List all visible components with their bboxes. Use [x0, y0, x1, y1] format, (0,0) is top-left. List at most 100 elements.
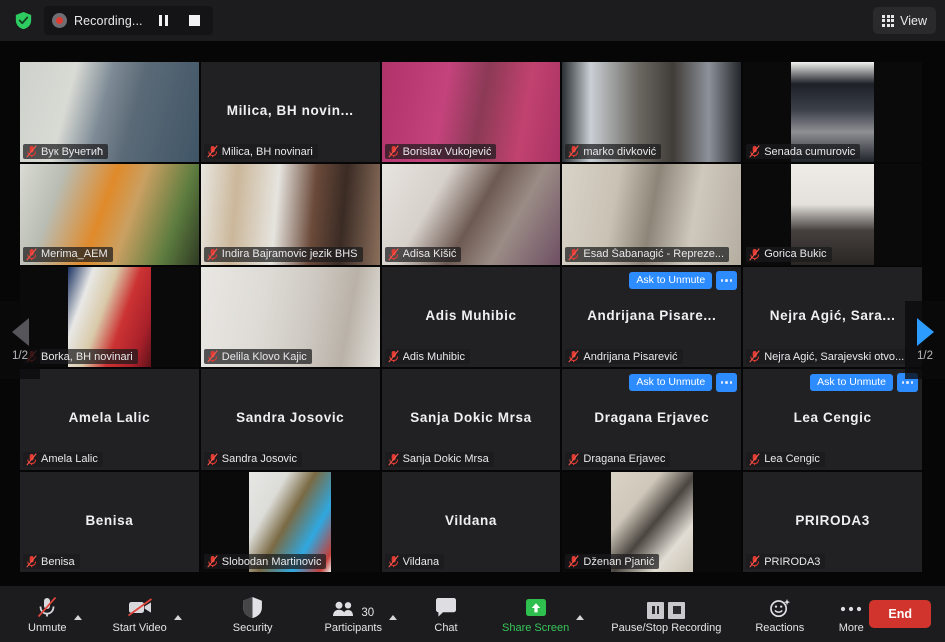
view-button[interactable]: View	[873, 7, 936, 34]
participant-display-name: Sandra Josovic	[236, 410, 345, 426]
microphone-muted-icon	[207, 555, 218, 568]
participant-name-badge: Borislav Vukojević	[384, 144, 497, 160]
participant-name-label: Andrijana Pisarević	[583, 350, 678, 363]
participant-tile[interactable]: Sandra Josovic Sandra Josovic	[200, 369, 380, 470]
ask-to-unmute-button[interactable]: Ask to Unmute	[629, 373, 713, 392]
microphone-muted-icon	[749, 555, 760, 568]
video-stage: Вук Вучетић Milica, BH novin... Milica, BH…	[0, 41, 945, 586]
participant-name-label: Slobodan Martinovic	[221, 555, 322, 568]
ask-to-unmute-row: Ask to Unmute	[629, 373, 738, 393]
participant-tile[interactable]: Nejra Agić, Sara... Nejra Agić, Sarajevsk…	[743, 266, 922, 368]
participant-name-badge: Andrijana Pisarević	[565, 349, 683, 365]
participant-name-badge: Gorica Bukic	[746, 246, 832, 262]
participant-tile[interactable]: Sanja Dokic Mrsa Sanja Dokic Mrsa	[381, 369, 561, 470]
shield-check-glyph	[15, 12, 31, 30]
participant-tile[interactable]: Esad Šabanagić - Repreze...	[562, 164, 742, 265]
participant-name-badge: Lea Cengic	[746, 451, 825, 467]
ellipsis-icon	[838, 595, 864, 619]
participant-tile[interactable]: Amela Lalic Amela Lalic	[20, 369, 199, 470]
microphone-muted-icon	[568, 248, 580, 261]
video-options-button[interactable]	[171, 588, 185, 640]
participant-name-badge: Sanja Dokic Mrsa	[384, 451, 494, 467]
audio-options-button[interactable]	[71, 588, 85, 640]
previous-page-button[interactable]: 1/2	[0, 301, 40, 379]
microphone-muted-icon	[387, 350, 399, 363]
participant-tile[interactable]: Indira Bajramovic jezik BHS	[200, 164, 380, 265]
participant-tile[interactable]: Gorica Bukic	[743, 164, 922, 265]
participant-tile[interactable]: marko divković	[562, 62, 742, 163]
share-screen-icon	[523, 595, 549, 619]
participant-tile[interactable]: Merima_AEM	[20, 164, 199, 265]
recording-label: Recording...	[74, 13, 143, 28]
participant-tile[interactable]: Lea Cengic Ask to Unmute Lea Cengic	[743, 369, 922, 470]
pause-stop-recording-button[interactable]: Pause/Stop Recording	[607, 588, 725, 640]
unmute-button[interactable]: Unmute	[24, 588, 71, 640]
reactions-label: Reactions	[755, 621, 805, 634]
participant-name-label: marko divković	[583, 145, 657, 158]
participant-tile[interactable]: Milica, BH novin... Milica, BH novinari	[200, 62, 380, 163]
participants-button[interactable]: 30 Participants	[321, 588, 386, 640]
participants-options-button[interactable]	[386, 588, 400, 640]
participant-tile[interactable]: Slobodan Martinovic	[200, 471, 380, 572]
next-page-button[interactable]: 1/2	[905, 301, 945, 379]
record-dot-icon	[52, 13, 67, 28]
microphone-muted-icon	[749, 350, 760, 363]
participant-tile[interactable]: Adisa Kišić	[381, 164, 561, 265]
share-screen-button[interactable]: Share Screen	[498, 588, 573, 640]
microphone-muted-icon	[26, 555, 37, 568]
participant-name-badge: Senada cumurovic	[746, 144, 861, 160]
participant-name-badge: Vildana	[384, 554, 445, 569]
participant-name-label: Nejra Agić, Sarajevski otvo...	[764, 350, 905, 363]
participant-name-label: Gorica Bukic	[764, 248, 827, 261]
participant-tile[interactable]: PRIRODA3 PRIRODA3	[743, 471, 922, 572]
chat-button[interactable]: Chat	[430, 588, 462, 640]
tile-more-options-button[interactable]	[716, 373, 738, 393]
participant-name-label: Lea Cengic	[764, 453, 820, 466]
microphone-muted-icon	[568, 452, 580, 466]
chevron-up-icon	[73, 615, 82, 620]
security-button[interactable]: Security	[229, 588, 277, 640]
microphone-muted-icon	[26, 452, 37, 466]
pause-recording-button[interactable]	[154, 11, 174, 31]
participant-tile[interactable]: Andrijana Pisare... Ask to Unmute Andrijan…	[562, 266, 742, 368]
participant-name-label: Delila Klovo Kajic	[221, 350, 307, 363]
participant-name-label: Adisa Kišić	[402, 248, 457, 261]
participant-tile[interactable]: Adis Muhibic Adis Muhibic	[381, 266, 561, 368]
participant-display-name: Lea Cengic	[793, 410, 872, 426]
participant-name-label: Senada cumurovic	[764, 145, 856, 158]
participant-display-name: Sanja Dokic Mrsa	[410, 410, 532, 426]
participant-name-badge: PRIRODA3	[746, 554, 826, 569]
microphone-muted-icon	[207, 145, 218, 158]
chevron-left-icon	[11, 318, 29, 346]
start-video-button[interactable]: Start Video	[109, 588, 171, 640]
microphone-muted-icon	[749, 248, 760, 261]
ask-to-unmute-button[interactable]: Ask to Unmute	[629, 271, 713, 290]
page-indicator-left: 1/2	[12, 350, 28, 362]
stop-icon[interactable]	[668, 601, 686, 619]
pause-icon[interactable]	[647, 601, 665, 619]
participant-tile[interactable]: Dženan Pjanić	[562, 471, 742, 572]
more-button[interactable]: More	[834, 588, 868, 640]
participant-name-label: Dragana Erjavec	[583, 453, 666, 466]
tile-more-options-button[interactable]	[716, 270, 738, 290]
participant-tile[interactable]: Delila Klovo Kajic	[200, 266, 380, 368]
end-meeting-button[interactable]: End	[869, 600, 931, 628]
start-video-label: Start Video	[112, 621, 167, 634]
ask-to-unmute-button[interactable]: Ask to Unmute	[810, 373, 893, 392]
chevron-up-icon	[173, 615, 182, 620]
pause-icon	[159, 15, 169, 26]
view-label: View	[900, 13, 927, 28]
stop-recording-button[interactable]	[185, 11, 205, 31]
participant-tile[interactable]: Vildana Vildana	[381, 471, 561, 572]
participant-tile[interactable]: Вук Вучетић	[20, 62, 199, 163]
participant-tile[interactable]: Borislav Vukojević	[381, 62, 561, 163]
participant-tile[interactable]: Borka, BH novinari	[20, 266, 199, 368]
participant-display-name: Adis Muhibic	[425, 307, 517, 323]
grid-view-icon	[882, 14, 895, 27]
participant-tile[interactable]: Benisa Benisa	[20, 471, 199, 572]
share-options-button[interactable]	[573, 588, 587, 640]
participant-tile[interactable]: Senada cumurovic	[743, 62, 922, 163]
participant-tile[interactable]: Dragana Erjavec Ask to Unmute Dragana Erja…	[562, 369, 742, 470]
reactions-button[interactable]: Reactions	[751, 588, 808, 640]
security-shield-icon[interactable]	[10, 8, 36, 34]
